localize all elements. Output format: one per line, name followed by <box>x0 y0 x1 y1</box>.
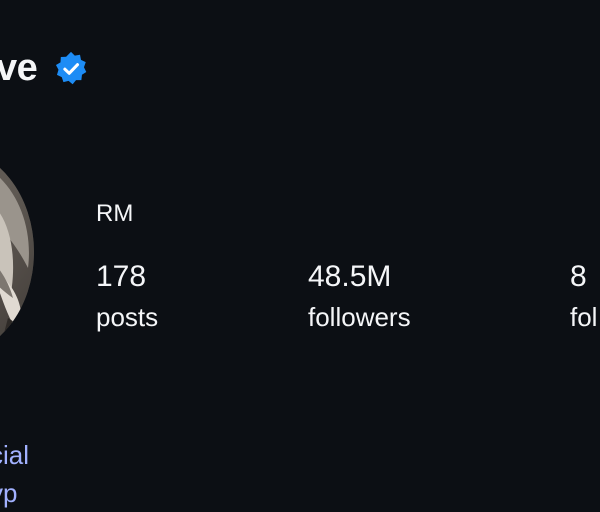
following-count: 8 <box>570 260 587 293</box>
profile-avatar[interactable] <box>0 148 34 356</box>
verified-badge-icon <box>56 51 87 85</box>
profile-screen: ve RM 178 posts 48.5M followers 8 fol ia… <box>0 0 600 512</box>
following-label: fol <box>570 302 598 332</box>
avatar-image <box>0 148 34 356</box>
following-stat[interactable]: 8 fol <box>570 258 597 334</box>
posts-stat[interactable]: 178 posts <box>96 258 158 334</box>
profile-username[interactable]: ve <box>0 42 38 94</box>
followers-count: 48.5M <box>308 260 392 293</box>
followers-stat[interactable]: 48.5M followers <box>308 258 411 334</box>
posts-count: 178 <box>96 260 147 293</box>
bio-links: cial yp <box>0 436 29 512</box>
bio-link-1[interactable]: cial <box>0 436 29 474</box>
profile-display-name: RM <box>96 200 134 227</box>
bio-link-2[interactable]: yp <box>0 474 29 512</box>
username-row: ve <box>0 42 89 94</box>
posts-label: posts <box>96 302 159 332</box>
followers-label: followers <box>308 302 411 332</box>
